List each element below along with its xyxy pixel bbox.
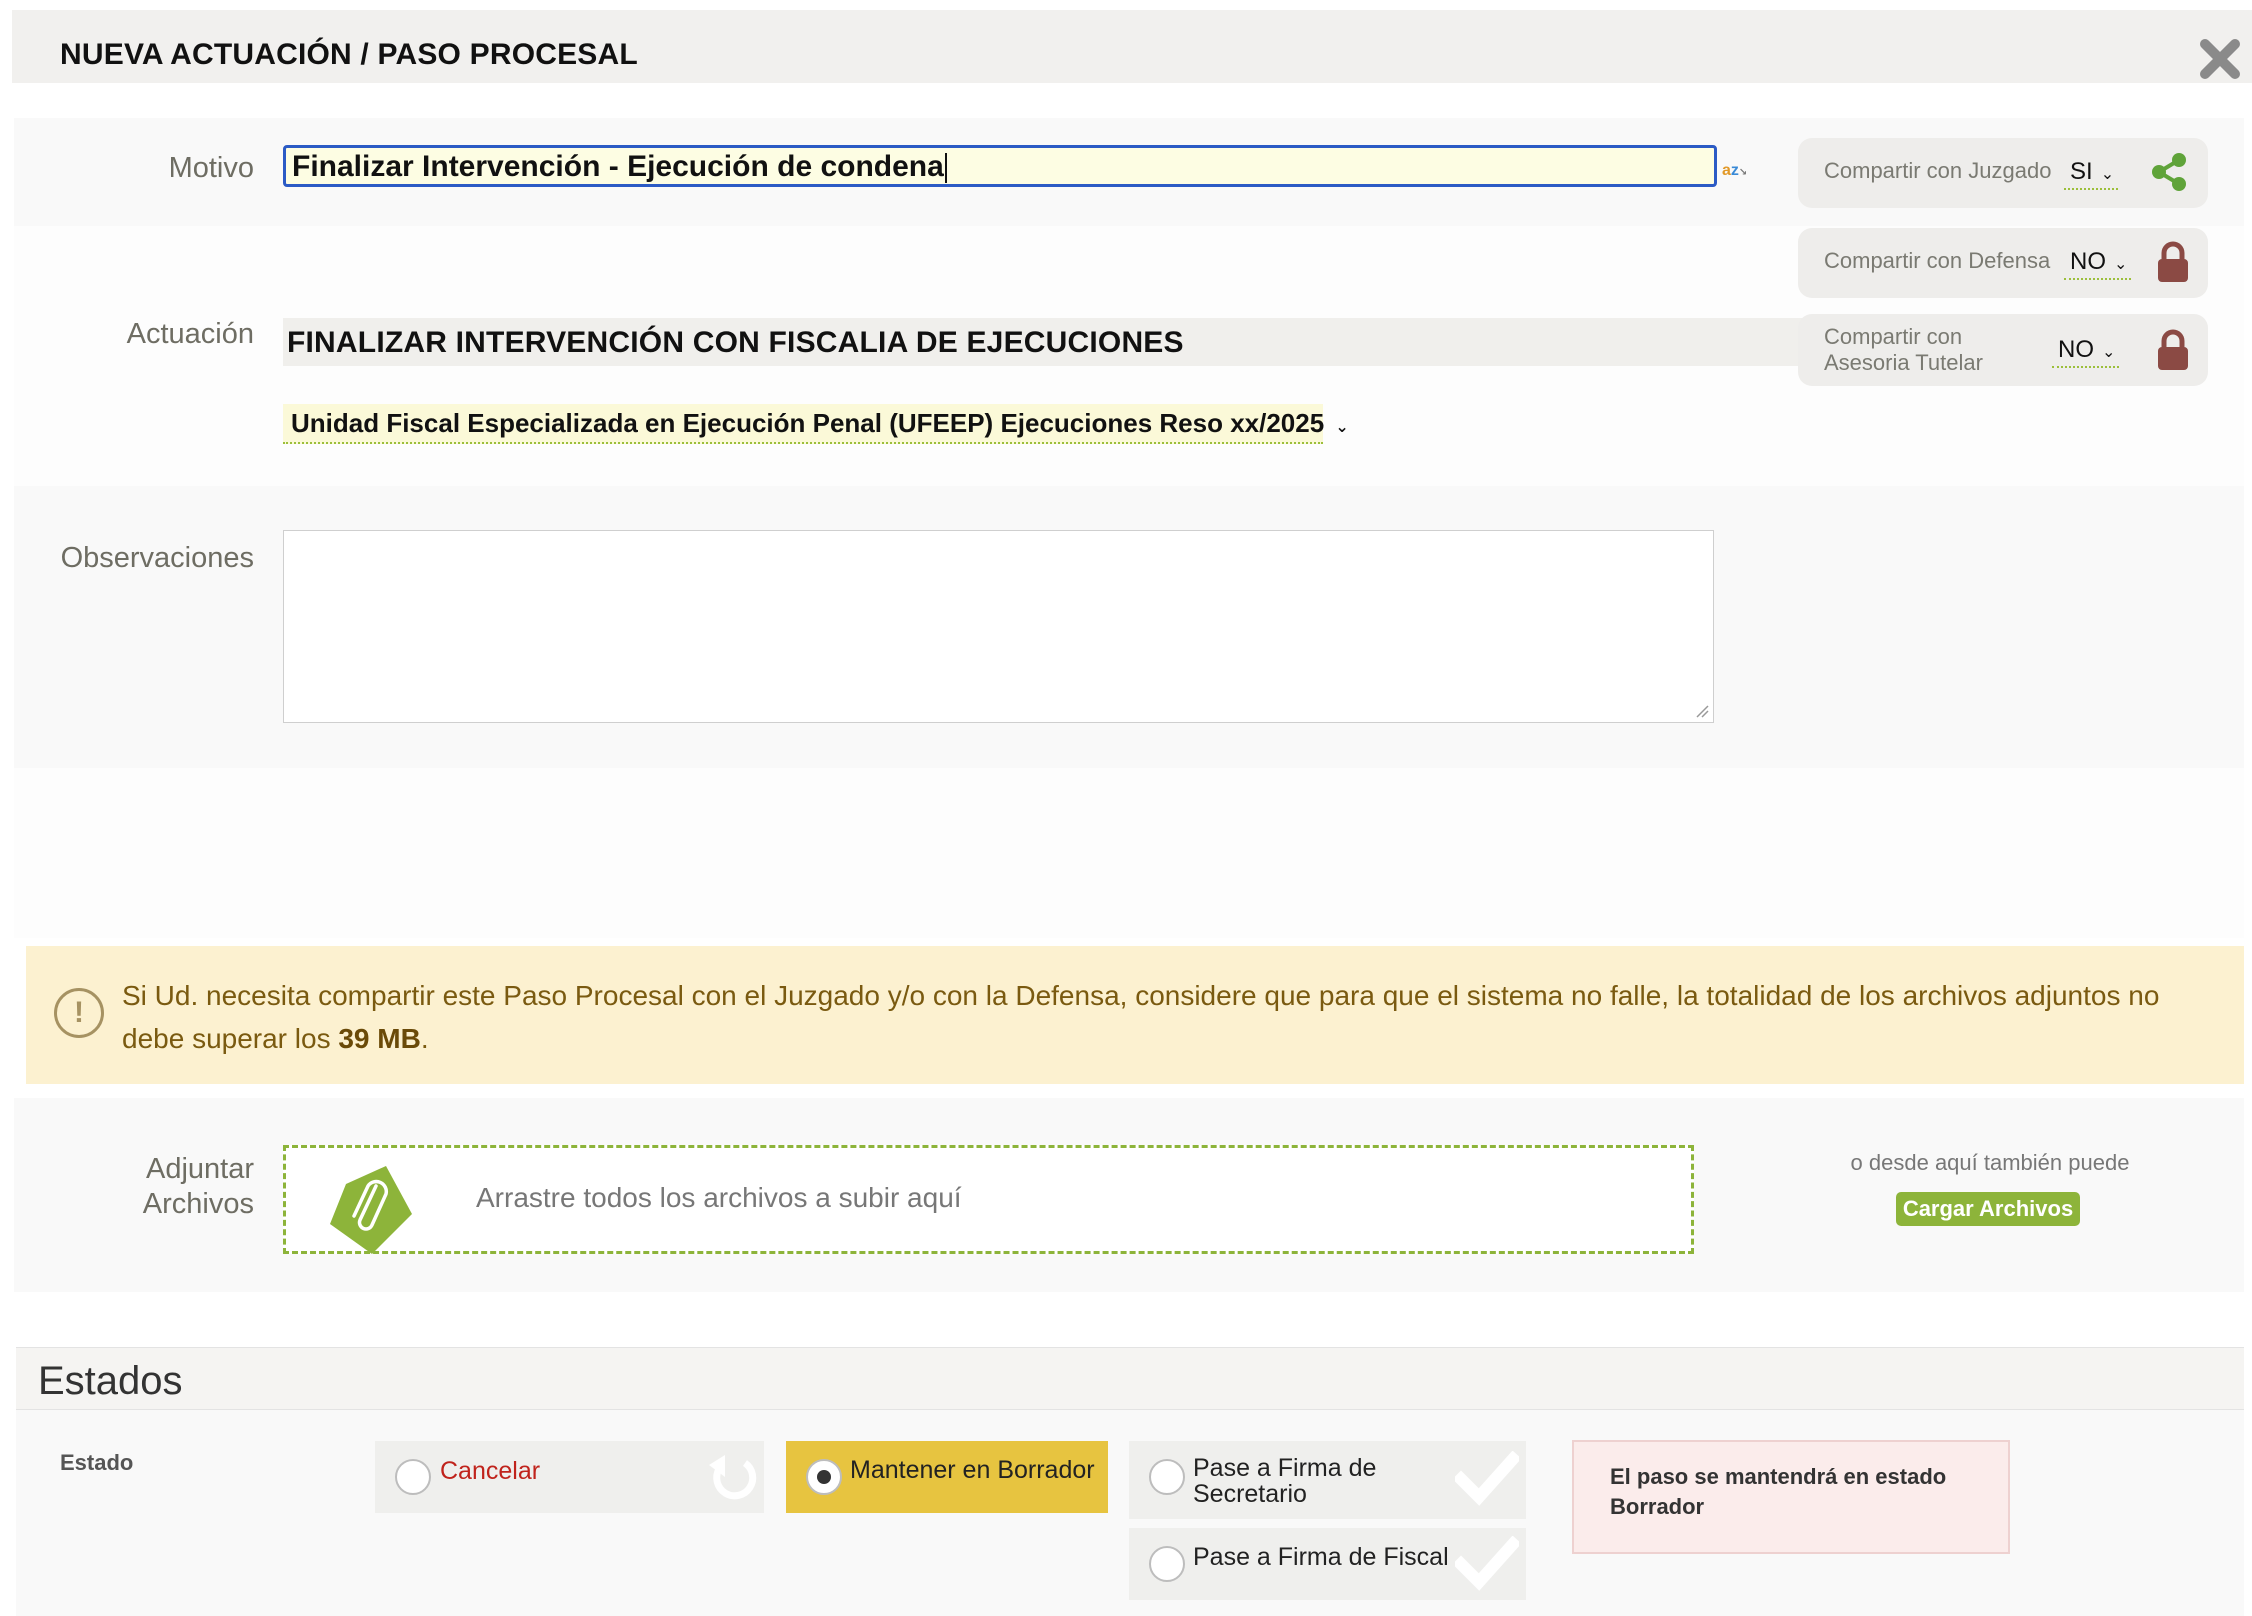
share-icon — [2150, 152, 2188, 197]
paperclip-icon — [326, 1162, 412, 1254]
radio-borrador[interactable] — [806, 1459, 842, 1495]
estados-title: Estados — [38, 1359, 183, 1403]
upload-alt-text: o desde aquí también puede — [1850, 1150, 2130, 1175]
share-defensa-select[interactable]: NO ⌄ — [2064, 248, 2132, 280]
chevron-down-icon: ⌄ — [2100, 166, 2115, 183]
motivo-label: Motivo — [168, 152, 254, 184]
attachments-label: Adjuntar Archivos — [142, 1153, 254, 1220]
check-icon — [1452, 1535, 1522, 1597]
share-juzgado-label: Compartir con Juzgado — [1824, 158, 2052, 183]
observaciones-textarea[interactable] — [283, 530, 1714, 723]
state-label-firma-secretario: Pase a Firma de Secretario — [1193, 1454, 1377, 1508]
estados-header: Estados — [16, 1347, 2244, 1410]
undo-icon — [705, 1451, 761, 1512]
check-icon — [1452, 1450, 1522, 1512]
state-option-cancelar[interactable]: Cancelar — [375, 1441, 764, 1513]
share-asesoria-label: Compartir con Asesoria Tutelar — [1824, 324, 1983, 375]
radio-firma-secretario[interactable] — [1149, 1459, 1185, 1495]
estado-label: Estado — [60, 1450, 134, 1475]
attachment-size-warning: ! Si Ud. necesita compartir este Paso Pr… — [26, 946, 2244, 1084]
warning-icon: ! — [54, 988, 104, 1038]
resize-grip-icon[interactable] — [1695, 704, 1709, 718]
motivo-input[interactable]: Finalizar Intervención - Ejecución de co… — [283, 145, 1717, 187]
state-label-cancelar: Cancelar — [440, 1457, 541, 1485]
upload-files-button[interactable]: Cargar Archivos — [1896, 1192, 2080, 1226]
chevron-down-icon: ⌄ — [2102, 344, 2116, 361]
warning-text: Si Ud. necesita compartir este Paso Proc… — [122, 980, 2160, 1054]
share-juzgado-control: Compartir con Juzgado SI ⌄ — [1798, 138, 2208, 208]
chevron-down-icon: ⌄ — [1335, 419, 1349, 436]
state-option-firma-fiscal[interactable]: Pase a Firma de Fiscal — [1129, 1528, 1526, 1600]
state-option-borrador[interactable]: Mantener en Borrador — [786, 1441, 1108, 1513]
spacer — [14, 768, 2244, 938]
close-icon[interactable] — [2197, 36, 2243, 82]
state-label-firma-fiscal: Pase a Firma de Fiscal — [1193, 1543, 1449, 1571]
state-label-borrador: Mantener en Borrador — [850, 1456, 1095, 1484]
file-drop-zone[interactable]: Arrastre todos los archivos a subir aquí — [283, 1145, 1694, 1254]
radio-firma-fiscal[interactable] — [1149, 1546, 1185, 1582]
actuacion-label: Actuación — [126, 318, 254, 350]
chevron-down-icon: ⌄ — [2114, 256, 2128, 273]
drop-zone-text: Arrastre todos los archivos a subir aquí — [476, 1182, 962, 1213]
lock-icon — [2156, 328, 2190, 377]
state-info-box: El paso se mantendrá en estado Borrador — [1572, 1440, 2010, 1554]
modal-title: NUEVA ACTUACIÓN / PASO PROCESAL — [60, 38, 638, 71]
lock-icon — [2156, 240, 2190, 289]
share-defensa-control: Compartir con Defensa NO ⌄ — [1798, 228, 2208, 298]
state-option-firma-secretario[interactable]: Pase a Firma de Secretario — [1129, 1441, 1526, 1519]
unidad-fiscal-select[interactable]: Unidad Fiscal Especializada en Ejecución… — [283, 404, 1349, 444]
modal-header: NUEVA ACTUACIÓN / PASO PROCESAL — [12, 10, 2252, 83]
share-defensa-label: Compartir con Defensa — [1824, 248, 2051, 273]
share-juzgado-select[interactable]: SI ⌄ — [2064, 158, 2119, 190]
spellcheck-icon[interactable]: az↘ — [1722, 162, 1747, 180]
observaciones-label: Observaciones — [60, 542, 254, 574]
share-asesoria-select[interactable]: NO ⌄ — [2052, 336, 2120, 368]
actuacion-value: FINALIZAR INTERVENCIÓN CON FISCALIA DE E… — [283, 318, 1813, 366]
radio-cancelar[interactable] — [395, 1459, 431, 1495]
share-asesoria-control: Compartir con Asesoria Tutelar NO ⌄ — [1798, 314, 2208, 386]
